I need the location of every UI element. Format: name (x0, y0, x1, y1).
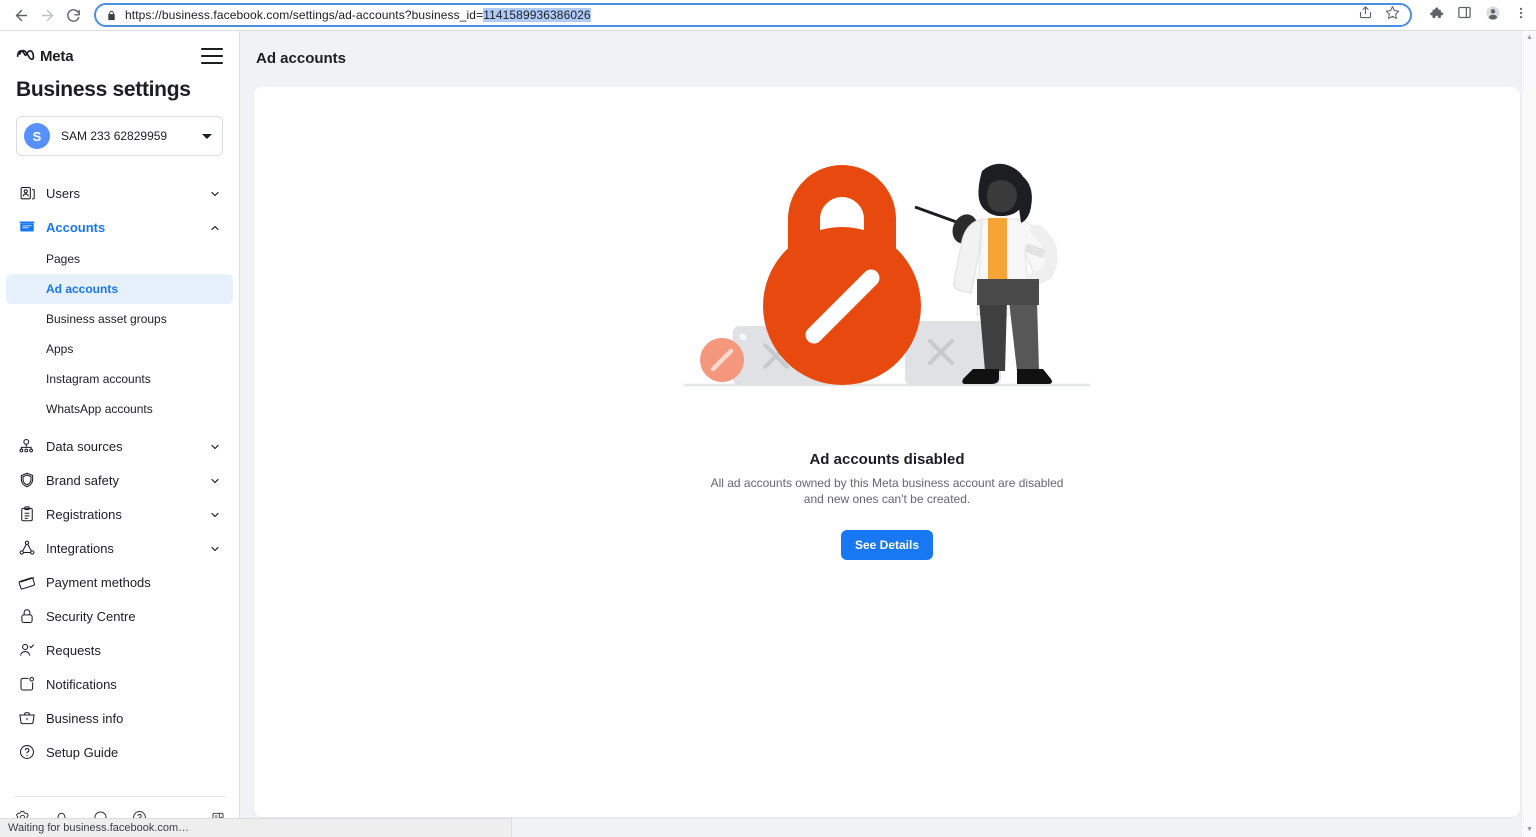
star-icon[interactable] (1385, 5, 1400, 25)
ad-account-icon (16, 216, 38, 238)
integrations-node-icon (16, 537, 38, 559)
sidebar-item-label: Business info (46, 710, 124, 726)
browser-status-bar: Waiting for business.facebook.com… (0, 818, 512, 837)
url-prefix: https://business.facebook.com/settings/a… (125, 8, 484, 22)
sidebar-item-brand-safety[interactable]: Brand safety (6, 463, 233, 497)
sidebar-item-label: Notifications (46, 676, 117, 692)
sidebar-item-label: Setup Guide (46, 744, 119, 760)
sidebar-item-notifications[interactable]: Notifications (6, 667, 233, 701)
meta-logo[interactable]: Meta (16, 47, 74, 65)
sidebar-subitem-whatsapp-accounts[interactable]: WhatsApp accounts (6, 394, 233, 424)
three-dot-menu-icon[interactable] (1514, 6, 1528, 25)
users-card-icon (16, 182, 38, 204)
sidebar-item-label: Registrations (46, 506, 122, 522)
sidebar-subitem-apps[interactable]: Apps (6, 334, 233, 364)
chevron-up-icon (209, 221, 221, 233)
sidebar-item-label: Brand safety (46, 472, 119, 488)
see-details-button[interactable]: See Details (840, 529, 934, 560)
divider (14, 796, 226, 797)
chevron-down-icon (202, 133, 212, 139)
browser-forward-button[interactable] (34, 2, 60, 28)
sidebar-nav: Users Accounts Pages Ad accounts Busines… (0, 176, 239, 769)
sidebar-item-label: Users (46, 185, 80, 201)
avatar: S (24, 123, 50, 149)
omnibox-actions (1348, 5, 1400, 25)
shield-icon (16, 469, 38, 491)
sidebar-item-label: Security Centre (46, 608, 136, 624)
browser-toolbar: https://business.facebook.com/settings/a… (0, 0, 1536, 31)
scroll-down-arrow[interactable]: ▼ (1525, 826, 1534, 834)
sidebar-subitem-instagram-accounts[interactable]: Instagram accounts (6, 364, 233, 394)
scroll-up-arrow[interactable]: ▲ (1525, 34, 1534, 42)
browser-reload-button[interactable] (60, 2, 86, 28)
notification-bell-icon (16, 673, 38, 695)
business-account-name: SAM 233 62829959 (61, 129, 168, 143)
main-content: Ad accounts Ad accounts disabled All ad … (240, 31, 1536, 837)
sidebar-item-label: Data sources (46, 438, 123, 454)
browser-back-button[interactable] (8, 2, 34, 28)
sidebar-item-label: Integrations (46, 540, 114, 556)
sidebar-item-label: Payment methods (46, 574, 151, 590)
brand-row: Meta (16, 43, 223, 69)
chevron-down-icon (209, 440, 221, 452)
sidebar-subitem-label: Ad accounts (46, 282, 119, 296)
business-account-selector[interactable]: S SAM 233 62829959 (16, 116, 223, 156)
sidebar-item-users[interactable]: Users (6, 176, 233, 210)
sidebar-item-label: Accounts (46, 219, 106, 235)
sidebar-subitem-label: Apps (46, 342, 74, 356)
sidebar-item-requests[interactable]: Requests (6, 633, 233, 667)
share-icon[interactable] (1358, 5, 1373, 25)
briefcase-icon (16, 707, 38, 729)
hamburger-icon[interactable] (201, 47, 223, 65)
empty-state-title: Ad accounts disabled (809, 451, 965, 468)
chevron-down-icon (209, 474, 221, 486)
content-card: Ad accounts disabled All ad accounts own… (254, 87, 1520, 817)
empty-state: Ad accounts disabled All ad accounts own… (254, 161, 1520, 560)
vertical-scrollbar[interactable]: ▲ ▼ (1521, 31, 1536, 837)
meta-infinity-icon (16, 48, 35, 65)
sidebar-header: Meta Business settings S SAM 233 6282995… (0, 31, 239, 156)
side-panel-icon[interactable] (1457, 5, 1472, 25)
status-text: Waiting for business.facebook.com… (8, 822, 190, 834)
credit-card-icon (16, 571, 38, 593)
address-bar[interactable]: https://business.facebook.com/settings/a… (94, 3, 1412, 27)
sidebar-subitem-pages[interactable]: Pages (6, 244, 233, 274)
sidebar-item-payment-methods[interactable]: Payment methods (6, 565, 233, 599)
sidebar-item-accounts[interactable]: Accounts (6, 210, 233, 244)
sidebar: Meta Business settings S SAM 233 6282995… (0, 31, 240, 837)
sidebar-item-data-sources[interactable]: Data sources (6, 429, 233, 463)
data-sources-icon (16, 435, 38, 457)
sidebar-subitem-label: Business asset groups (46, 312, 167, 326)
page-body: Meta Business settings S SAM 233 6282995… (0, 31, 1536, 837)
sidebar-subitem-label: Instagram accounts (46, 372, 151, 386)
empty-state-description: All ad accounts owned by this Meta busin… (710, 476, 1064, 506)
site-lock-icon (106, 10, 117, 21)
question-circle-icon (16, 741, 38, 763)
chevron-down-icon (209, 542, 221, 554)
sidebar-item-business-info[interactable]: Business info (6, 701, 233, 735)
clipboard-icon (16, 503, 38, 525)
chevron-down-icon (209, 508, 221, 520)
main-page-title: Ad accounts (256, 50, 347, 67)
url-text: https://business.facebook.com/settings/a… (125, 8, 591, 22)
sidebar-subitem-ad-accounts[interactable]: Ad accounts (6, 274, 233, 304)
meta-wordmark: Meta (40, 47, 74, 65)
sidebar-subitem-business-asset-groups[interactable]: Business asset groups (6, 304, 233, 334)
lock-icon (16, 605, 38, 627)
browser-toolbar-icons (1418, 5, 1528, 26)
user-check-icon (16, 639, 38, 661)
profile-avatar-icon[interactable] (1485, 5, 1501, 26)
sidebar-item-label: Requests (46, 642, 101, 658)
sidebar-item-security-centre[interactable]: Security Centre (6, 599, 233, 633)
chevron-down-icon (209, 187, 221, 199)
sidebar-item-setup-guide[interactable]: Setup Guide (6, 735, 233, 769)
sidebar-subitem-label: WhatsApp accounts (46, 402, 153, 416)
page-title: Business settings (16, 78, 191, 101)
sidebar-item-integrations[interactable]: Integrations (6, 531, 233, 565)
puzzle-piece-icon[interactable] (1428, 5, 1444, 26)
disabled-padlock-illustration (677, 161, 1097, 396)
url-selected-text: 1141589936386026 (483, 8, 591, 22)
sidebar-subitem-label: Pages (46, 252, 81, 266)
sidebar-item-registrations[interactable]: Registrations (6, 497, 233, 531)
